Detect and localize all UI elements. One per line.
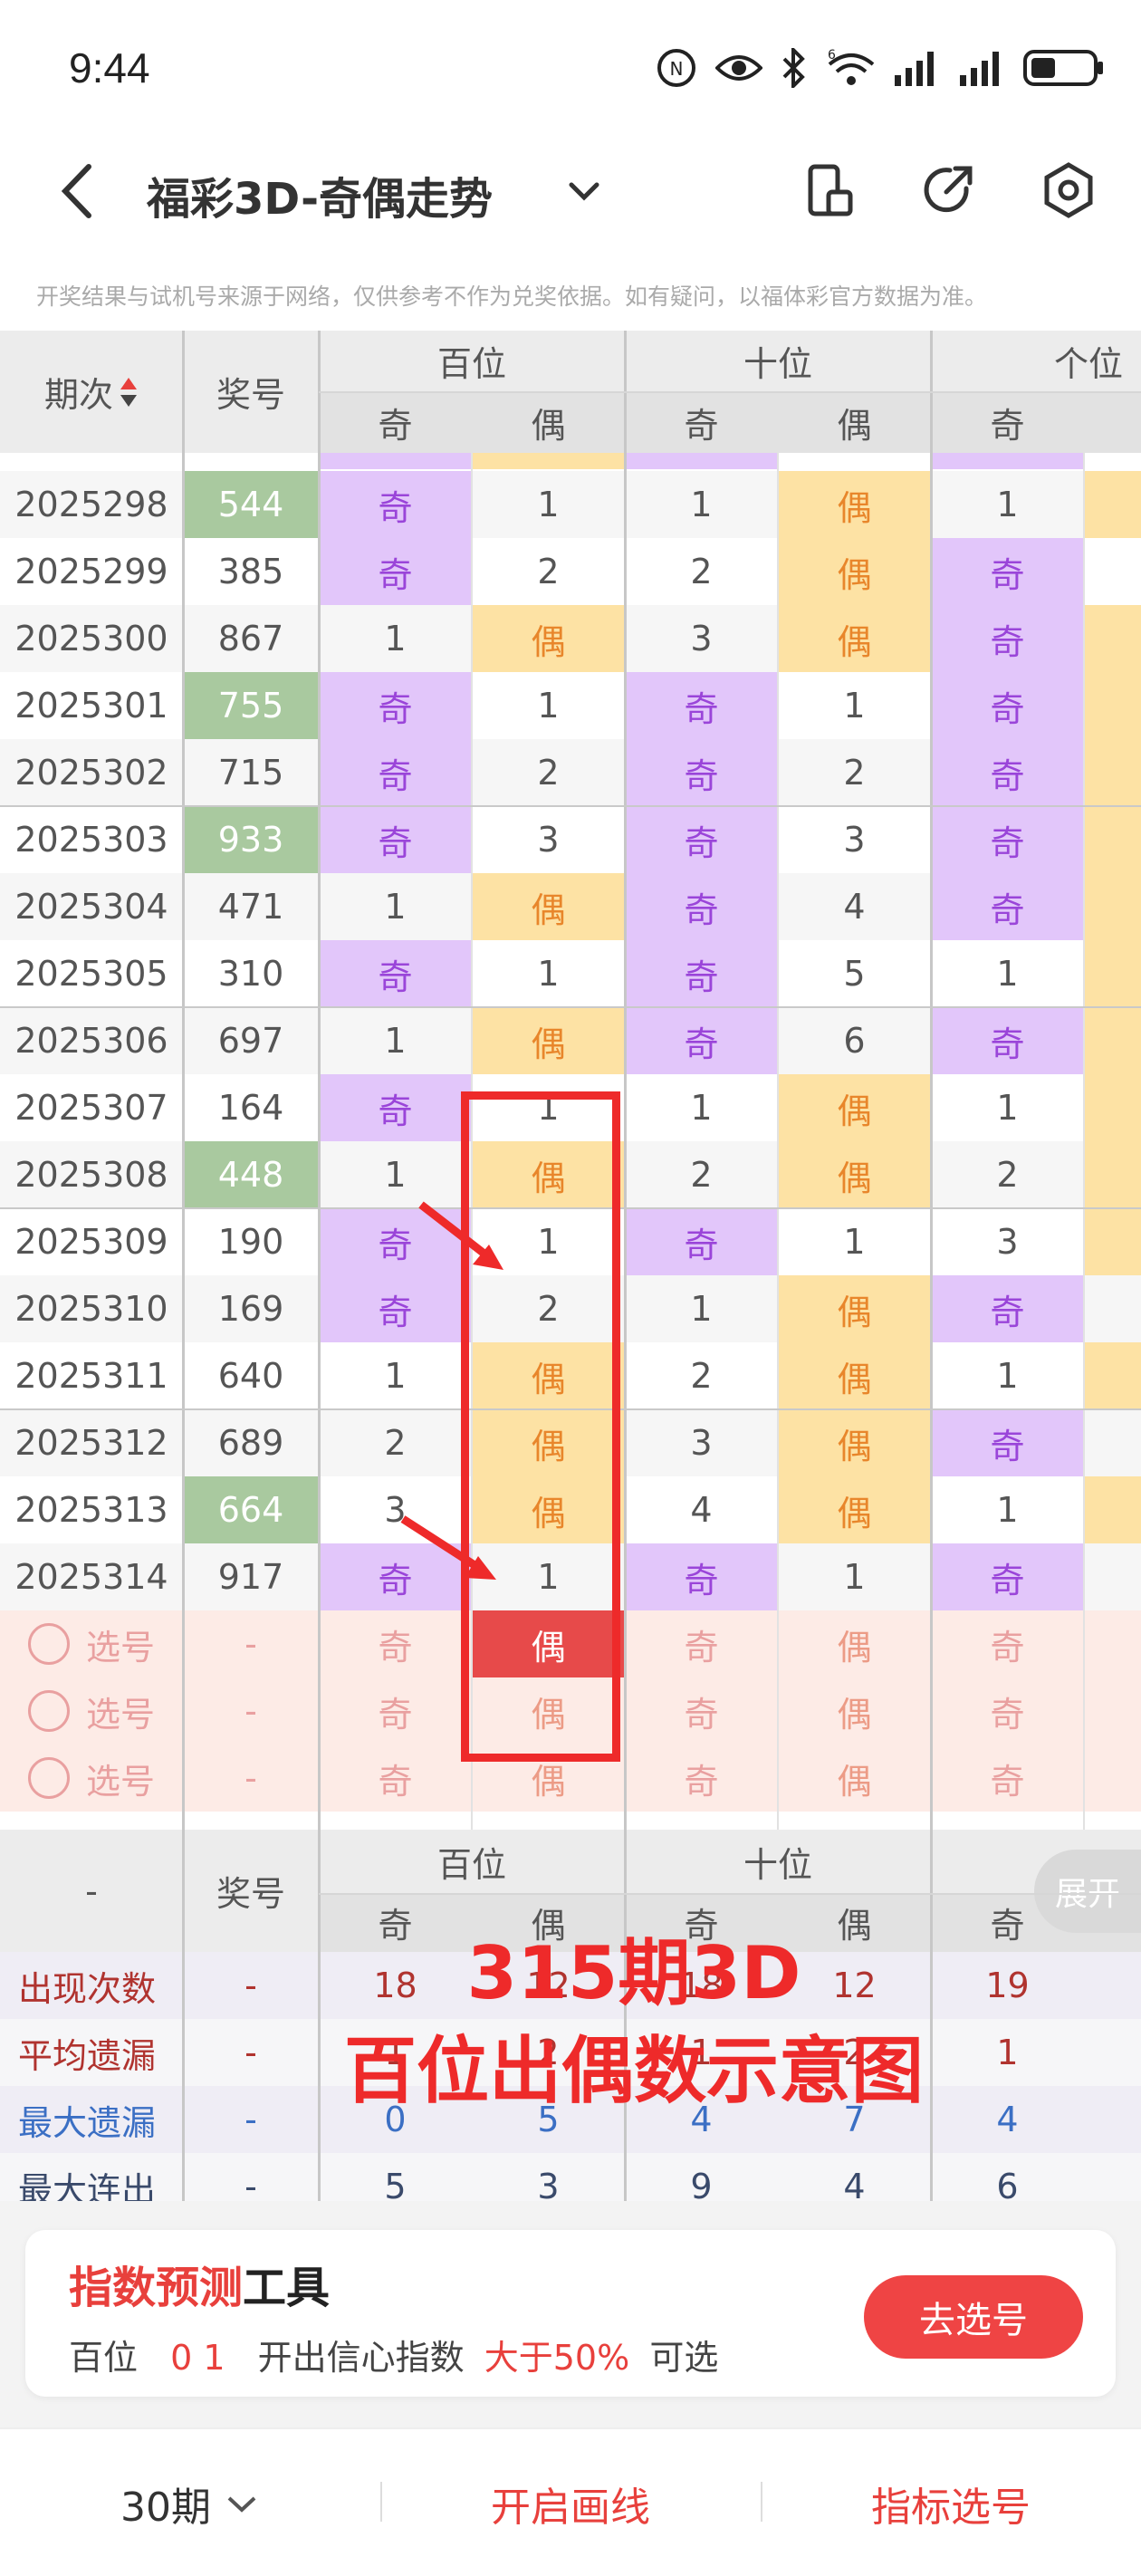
tool-description: 百位 0 1 开出信心指数 大于50% 可选: [69, 2330, 718, 2379]
draw-line-button[interactable]: 开启画线: [398, 2429, 743, 2576]
index-prediction-card[interactable]: 指数预测工具 百位 0 1 开出信心指数 大于50% 可选 去选号: [25, 2230, 1116, 2397]
arrow-icon: [418, 1201, 503, 1270]
annotation-text: 315期3D 百位出偶数示意图: [272, 1925, 996, 2120]
separator: [761, 2482, 762, 2522]
tool-title: 指数预测工具: [69, 2252, 330, 2315]
arrow-overlay: [400, 1201, 503, 1580]
tool-desc-middle: 开出信心指数: [257, 2338, 465, 2378]
go-select-button[interactable]: 去选号: [864, 2275, 1083, 2359]
arrow-icon: [400, 1515, 496, 1580]
separator: [380, 2482, 382, 2522]
period-selector[interactable]: 30期: [72, 2429, 308, 2576]
tool-desc-percent: 大于50%: [484, 2338, 630, 2378]
bottom-bar: 30期 开启画线 指标选号: [0, 2427, 1141, 2576]
indicator-select-button[interactable]: 指标选号: [779, 2429, 1123, 2576]
annotation-line-2: 百位出偶数示意图: [344, 2029, 924, 2113]
chevron-down-icon: [227, 2496, 256, 2513]
annotation-line-1: 315期3D: [466, 1931, 801, 2015]
tool-desc-end: 可选: [649, 2338, 719, 2378]
tool-desc-numbers: 0 1: [170, 2338, 225, 2378]
period-label: 30期: [120, 2485, 211, 2531]
tool-title-black: 工具: [243, 2263, 331, 2313]
tool-title-red: 指数预测: [69, 2263, 244, 2313]
tool-desc-position: 百位: [69, 2338, 139, 2378]
